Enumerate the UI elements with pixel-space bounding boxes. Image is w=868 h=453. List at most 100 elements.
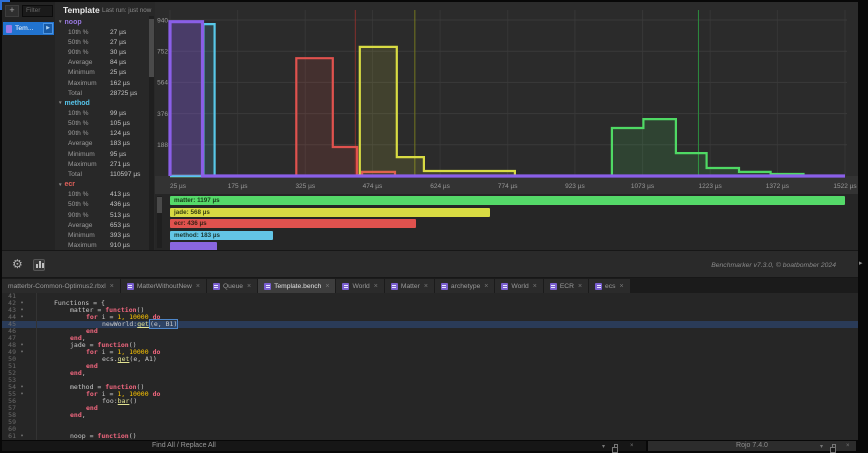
run-benchmark-button[interactable]: ▶ xyxy=(43,23,53,34)
tab-close-icon[interactable]: × xyxy=(110,283,114,290)
stats-group-ecr[interactable]: ▾ecr xyxy=(55,180,149,190)
tab-label: Matter xyxy=(401,283,420,290)
script-icon xyxy=(550,283,557,290)
stats-scrollbar-thumb[interactable] xyxy=(149,19,154,77)
tab-matterwithoutnew[interactable]: MatterWithoutNew× xyxy=(121,279,206,293)
script-icon xyxy=(595,283,602,290)
filter-input[interactable]: Filter xyxy=(22,5,53,17)
svg-text:940: 940 xyxy=(157,17,168,24)
benchmarker-credit: Benchmarker v7.3.0, © boatbomber 2024 xyxy=(711,262,836,269)
tab-close-icon[interactable]: × xyxy=(533,283,537,290)
tab-world[interactable]: World× xyxy=(336,279,383,293)
editor-line[interactable]: 61▾noop = function() xyxy=(2,433,858,440)
stat-row: Minimum393 µs xyxy=(55,230,149,240)
editor-line[interactable]: 58end, xyxy=(2,412,858,419)
stats-scrollbar[interactable] xyxy=(149,16,154,250)
stats-group-noop[interactable]: ▾noop xyxy=(55,17,149,27)
stat-row: Minimum25 µs xyxy=(55,68,149,78)
tab-label: ECR xyxy=(560,283,574,290)
chevron-down-icon[interactable]: ▾ xyxy=(602,443,605,450)
close-icon[interactable]: × xyxy=(630,443,634,449)
svg-text:1223 µs: 1223 µs xyxy=(699,183,723,190)
float-panel-icon[interactable] xyxy=(614,444,618,448)
editor-line[interactable]: 59 xyxy=(2,419,858,426)
close-icon[interactable]: × xyxy=(846,443,850,449)
editor-line[interactable]: 50ecs.get(e, A1) xyxy=(2,356,858,363)
tab-ecs[interactable]: ecs× xyxy=(589,279,630,293)
editor-line[interactable]: 52end, xyxy=(2,370,858,377)
fold-arrow-icon[interactable]: ▾ xyxy=(16,433,28,440)
tab-close-icon[interactable]: × xyxy=(325,283,329,290)
tab-label: matterbr-Common-Optimus2.rbxl xyxy=(8,283,106,290)
tab-matterbr-common-optimus2-rbxl[interactable]: matterbr-Common-Optimus2.rbxl × xyxy=(2,279,120,293)
fold-arrow-icon[interactable]: ▾ xyxy=(16,314,28,321)
fold-arrow-icon[interactable]: ▾ xyxy=(16,384,28,391)
fold-gutter xyxy=(16,328,28,335)
add-benchmark-button[interactable]: + xyxy=(5,5,19,17)
editor-line-current[interactable]: 45newWorld:get(e, B1) xyxy=(2,321,858,328)
benchmark-sidebar: + Filter Tem... ▶ xyxy=(2,2,55,250)
tab-close-icon[interactable]: × xyxy=(619,283,623,290)
stats-list: ▾noop10th %27 µs50th %27 µs90th %30 µsAv… xyxy=(55,17,149,250)
tab-close-icon[interactable]: × xyxy=(247,283,251,290)
chevron-down-icon[interactable]: ▾ xyxy=(59,100,62,106)
code-text: end xyxy=(38,328,98,335)
rojo-panel-bar[interactable]: Rojo 7.4.0 ▾ × xyxy=(648,441,856,451)
script-icon xyxy=(342,283,349,290)
svg-text:1073 µs: 1073 µs xyxy=(631,183,655,190)
editor-line[interactable]: 41 xyxy=(2,293,858,300)
stats-group-method[interactable]: ▾method xyxy=(55,98,149,108)
fold-arrow-icon[interactable]: ▾ xyxy=(16,349,28,356)
chevron-down-icon[interactable]: ▾ xyxy=(59,182,62,188)
stat-row: Total28725 µs xyxy=(55,88,149,98)
expand-panel-icon[interactable]: ▸ xyxy=(859,259,863,267)
tab-close-icon[interactable]: × xyxy=(578,283,582,290)
tab-close-icon[interactable]: × xyxy=(424,283,428,290)
svg-text:188: 188 xyxy=(157,142,168,149)
fold-arrow-icon[interactable]: ▾ xyxy=(16,342,28,349)
gear-icon[interactable]: ⚙ xyxy=(12,257,23,271)
svg-text:752: 752 xyxy=(157,49,168,56)
editor-line[interactable]: 56foo:bar() xyxy=(2,398,858,405)
histogram-chart: 25 µs175 µs325 µs474 µs624 µs774 µs923 µ… xyxy=(155,2,858,194)
svg-text:376: 376 xyxy=(157,111,168,118)
tab-label: World xyxy=(511,283,528,290)
stat-row: 50th %436 µs xyxy=(55,200,149,210)
find-replace-bar[interactable]: Find All / Replace All ▾ × xyxy=(2,441,646,451)
tab-matter[interactable]: Matter × xyxy=(385,279,434,293)
stat-row: 90th %30 µs xyxy=(55,47,149,57)
fold-arrow-icon[interactable]: ▾ xyxy=(16,391,28,398)
editor-line[interactable]: 57end xyxy=(2,405,858,412)
benchmarker-plugin-icon[interactable] xyxy=(33,259,45,271)
tab-template-bench[interactable]: Template.bench× xyxy=(258,279,335,293)
bench-script-icon xyxy=(6,25,12,33)
bars-scrollbar-thumb[interactable] xyxy=(157,197,162,213)
stat-row: 50th %105 µs xyxy=(55,119,149,129)
bars-scrollbar[interactable] xyxy=(157,196,162,248)
stat-row: 90th %124 µs xyxy=(55,129,149,139)
tab-close-icon[interactable]: × xyxy=(484,283,488,290)
chevron-down-icon[interactable]: ▾ xyxy=(59,19,62,25)
stat-row: 90th %513 µs xyxy=(55,210,149,220)
chevron-down-icon[interactable]: ▾ xyxy=(820,443,823,450)
code-editor[interactable]: 4142▾Functions = {43▾matter = function()… xyxy=(2,293,858,440)
tab-ecr[interactable]: ECR × xyxy=(544,279,588,293)
tab-world[interactable]: World × xyxy=(495,279,542,293)
svg-text:25 µs: 25 µs xyxy=(170,183,187,190)
fold-gutter xyxy=(16,293,28,300)
fold-gutter xyxy=(16,419,28,426)
fold-arrow-icon[interactable]: ▾ xyxy=(16,300,28,307)
stat-row: Average183 µs xyxy=(55,139,149,149)
tab-archetype[interactable]: archetype× xyxy=(435,279,494,293)
editor-line[interactable]: 51end xyxy=(2,363,858,370)
sidebar-item-template[interactable]: Tem... ▶ xyxy=(3,22,54,35)
tab-close-icon[interactable]: × xyxy=(374,283,378,290)
fold-gutter xyxy=(16,370,28,377)
float-panel-icon[interactable] xyxy=(832,444,836,448)
code-text: end xyxy=(38,405,98,412)
fold-arrow-icon[interactable]: ▾ xyxy=(16,307,28,314)
tab-queue[interactable]: Queue× xyxy=(207,279,257,293)
tab-close-icon[interactable]: × xyxy=(196,283,200,290)
editor-line[interactable]: 46end xyxy=(2,328,858,335)
svg-text:564: 564 xyxy=(157,80,168,87)
